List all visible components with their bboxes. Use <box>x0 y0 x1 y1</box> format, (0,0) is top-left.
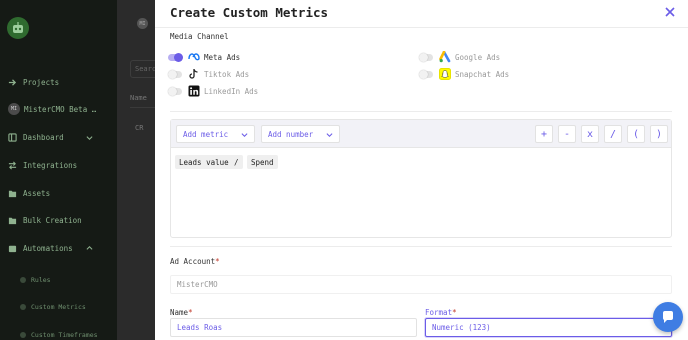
background-page: MI Searc Name CR <box>117 0 160 340</box>
operator-minus-button[interactable]: - <box>558 125 576 143</box>
divider <box>170 246 672 247</box>
sidebar: Projects MI MisterCMO Beta … Dashboard I… <box>0 0 117 340</box>
sidebar-item-bulk-creation[interactable]: Bulk Creation <box>8 213 82 227</box>
platform-meta-ads[interactable]: Meta Ads <box>168 51 240 63</box>
formula-toolbar: Add metric Add number + - x / ( ) <box>171 120 671 148</box>
create-custom-metrics-modal: Create Custom Metrics Media Channel Meta… <box>155 0 688 340</box>
sidebar-subitem-label: Custom Metrics <box>31 303 86 311</box>
formula-token-operator[interactable]: / <box>230 155 243 169</box>
folder-icon <box>8 189 17 198</box>
operator-multiply-button[interactable]: x <box>581 125 599 143</box>
add-metric-select[interactable]: Add metric <box>176 125 255 143</box>
sidebar-item-label: Automations <box>23 243 73 253</box>
avatar: MI <box>8 103 20 115</box>
chevron-down-icon <box>326 131 333 138</box>
sidebar-subitem-custom-metrics[interactable]: Custom Metrics <box>20 301 86 313</box>
sidebar-item-label: MisterCMO Beta … <box>24 104 97 114</box>
platform-linkedin-ads[interactable]: LinkedIn Ads <box>168 85 258 97</box>
chevron-down-icon <box>241 131 248 138</box>
avatar: MI <box>137 18 148 29</box>
modal-title: Create Custom Metrics <box>170 5 329 20</box>
format-label: Format* <box>425 308 457 317</box>
app-logo[interactable] <box>7 17 29 39</box>
close-icon <box>665 7 675 17</box>
tiktok-icon <box>188 68 200 80</box>
sidebar-subitem-custom-timeframes[interactable]: Custom Timeframes <box>20 329 98 340</box>
select-label: Add number <box>268 129 314 139</box>
chevron-up-icon <box>86 241 94 255</box>
chevron-down-icon <box>86 130 94 144</box>
required-mark: * <box>215 257 220 266</box>
sidebar-item-projects[interactable]: Projects <box>8 75 59 89</box>
bullet-icon <box>20 332 26 338</box>
divider <box>170 111 672 112</box>
label-text: Format <box>425 308 453 317</box>
table-cell: CR <box>135 124 144 132</box>
sidebar-item-label: Assets <box>23 188 51 198</box>
meta-icon <box>188 51 200 63</box>
name-label: Name* <box>170 308 193 317</box>
platform-tiktok-ads[interactable]: Tiktok Ads <box>168 68 249 80</box>
sidebar-item-integrations[interactable]: Integrations <box>8 158 77 172</box>
bullet-icon <box>20 277 26 283</box>
ad-account-field: MisterCMO <box>170 275 672 294</box>
folder-icon <box>8 216 17 225</box>
select-label: Add metric <box>183 129 229 139</box>
ad-account-label: Ad Account* <box>170 257 220 266</box>
platform-label: Meta Ads <box>204 52 241 62</box>
required-mark: * <box>452 308 457 317</box>
operator-open-paren-button[interactable]: ( <box>627 125 645 143</box>
sidebar-item-dashboard[interactable]: Dashboard <box>8 130 93 144</box>
close-button[interactable] <box>665 7 675 17</box>
grid-icon <box>8 132 17 142</box>
label-text: Name <box>170 308 189 317</box>
modal-header: Create Custom Metrics <box>155 0 688 28</box>
add-number-select[interactable]: Add number <box>261 125 340 143</box>
arrow-right-icon <box>8 78 17 87</box>
sidebar-item-project[interactable]: MI MisterCMO Beta … <box>8 102 96 116</box>
toggle-switch[interactable] <box>168 86 182 96</box>
snapchat-icon <box>439 68 451 80</box>
toggle-switch[interactable] <box>168 69 182 79</box>
toggle-switch[interactable] <box>419 69 433 79</box>
toggle-switch[interactable] <box>168 52 183 62</box>
platform-label: LinkedIn Ads <box>204 86 259 96</box>
robot-icon <box>13 22 23 33</box>
sidebar-item-label: Bulk Creation <box>23 215 82 225</box>
linkedin-icon <box>188 85 200 97</box>
platform-label: Google Ads <box>455 52 501 62</box>
arrows-icon <box>8 161 17 170</box>
operator-divide-button[interactable]: / <box>604 125 622 143</box>
platform-label: Snapchat Ads <box>455 69 510 79</box>
formula-builder: Add metric Add number + - x / ( ) Leads … <box>170 119 672 238</box>
operator-close-paren-button[interactable]: ) <box>650 125 668 143</box>
sidebar-item-label: Projects <box>23 77 60 87</box>
sidebar-item-assets[interactable]: Assets <box>8 186 50 200</box>
required-mark: * <box>188 308 193 317</box>
layers-icon <box>8 244 17 253</box>
media-channel-label: Media Channel <box>170 32 229 41</box>
sidebar-item-label: Dashboard <box>23 132 64 142</box>
formula-token-metric[interactable]: Spend <box>247 155 278 169</box>
platform-google-ads[interactable]: Google Ads <box>419 51 500 63</box>
chat-icon <box>662 311 673 323</box>
sidebar-subitem-rules[interactable]: Rules <box>20 274 51 286</box>
chat-button[interactable] <box>653 302 683 332</box>
name-input[interactable]: Leads Roas <box>170 318 417 337</box>
formula-token-metric[interactable]: Leads value <box>175 155 233 169</box>
platform-snapchat-ads[interactable]: Snapchat Ads <box>419 68 509 80</box>
bullet-icon <box>20 304 26 310</box>
sidebar-subitem-label: Custom Timeframes <box>31 331 98 339</box>
sidebar-subitem-label: Rules <box>31 276 51 284</box>
google-ads-icon <box>439 51 451 63</box>
label-text: Ad Account <box>170 257 216 266</box>
toggle-switch[interactable] <box>419 52 433 62</box>
sidebar-item-automations[interactable]: Automations <box>8 241 93 255</box>
sidebar-item-label: Integrations <box>23 160 78 170</box>
operator-plus-button[interactable]: + <box>535 125 553 143</box>
platform-label: Tiktok Ads <box>204 69 250 79</box>
format-select[interactable]: Numeric (123) <box>425 318 672 337</box>
